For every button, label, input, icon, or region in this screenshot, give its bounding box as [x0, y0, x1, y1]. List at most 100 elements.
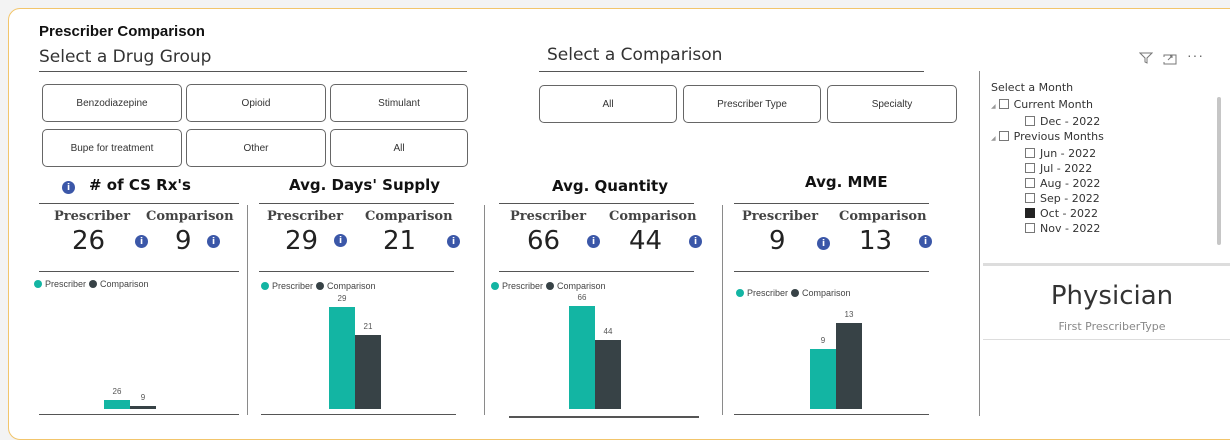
report-canvas: Prescriber Comparison Select a Drug Grou… — [8, 8, 1230, 440]
comparison-button-specialty[interactable]: Specialty — [827, 85, 957, 123]
legend-marker-comparison — [791, 289, 800, 297]
bar-prescriber[interactable] — [569, 306, 595, 409]
info-icon[interactable]: i — [135, 235, 148, 248]
bar-prescriber[interactable] — [810, 349, 836, 409]
comparison-value: 13 — [859, 226, 893, 256]
legend-marker-comparison — [316, 282, 325, 290]
checkbox-icon[interactable] — [1025, 148, 1035, 158]
legend-marker-prescriber — [261, 282, 269, 290]
slicer-scrollbar[interactable] — [1217, 97, 1221, 245]
month-group-label: Current Month — [1013, 98, 1093, 111]
month-option[interactable]: Jul - 2022 — [991, 161, 1221, 176]
bar-comparison[interactable] — [836, 323, 862, 409]
page-title: Prescriber Comparison — [39, 23, 205, 40]
month-option[interactable]: Dec - 2022 — [991, 114, 1221, 129]
month-option-label: Aug - 2022 — [1040, 177, 1101, 190]
drug-group-button-benzodiazepine[interactable]: Benzodiazepine — [42, 84, 182, 122]
filter-icon[interactable] — [1138, 51, 1154, 69]
info-icon[interactable]: i — [447, 235, 460, 248]
month-option[interactable]: Sep - 2022 — [991, 191, 1221, 206]
drug-group-button-stimulant[interactable]: Stimulant — [330, 84, 468, 122]
month-option-label: Nov - 2022 — [1040, 222, 1101, 235]
info-icon[interactable]: i — [689, 235, 702, 248]
divider — [484, 205, 485, 415]
legend-marker-comparison — [546, 282, 555, 290]
prescriber-col-label: Prescriber — [54, 209, 131, 224]
drug-group-button-other[interactable]: Other — [186, 129, 326, 167]
chart-legend: Prescriber Comparison — [34, 279, 149, 289]
prescriber-value: 26 — [72, 226, 106, 256]
checkbox-icon[interactable] — [1025, 208, 1035, 218]
checkbox-icon[interactable] — [1025, 163, 1035, 173]
info-icon[interactable]: i — [587, 235, 600, 248]
divider — [247, 205, 248, 415]
comparison-col-label: Comparison — [609, 209, 697, 224]
drug-group-header: Select a Drug Group — [39, 47, 212, 67]
bar-chart-quantity: 66 44 — [569, 289, 629, 409]
month-option[interactable]: Jun - 2022 — [991, 146, 1221, 161]
divider — [39, 414, 239, 415]
comparison-value: 44 — [629, 226, 663, 256]
info-icon[interactable]: i — [817, 237, 830, 250]
month-option[interactable]: Nov - 2022 — [991, 221, 1221, 236]
drug-group-button-opioid[interactable]: Opioid — [186, 84, 326, 122]
checkbox-icon[interactable] — [1025, 193, 1035, 203]
expand-chevron-icon[interactable]: ◢ — [991, 135, 996, 142]
month-group[interactable]: ◢ Current Month — [991, 97, 1221, 114]
month-slicer: Select a Month ◢ Current Month Dec - 2022 ◢… — [991, 81, 1221, 256]
divider — [983, 339, 1230, 340]
kpi-title-days-supply: Avg. Days' Supply — [289, 176, 441, 194]
month-option[interactable]: Aug - 2022 — [991, 176, 1221, 191]
legend-label-prescriber: Prescriber — [45, 279, 87, 289]
checkbox-icon[interactable] — [1025, 178, 1035, 188]
bar-comparison[interactable] — [130, 406, 156, 409]
info-icon[interactable]: i — [62, 181, 75, 194]
bar-value-label: 21 — [363, 322, 373, 331]
prescriber-type-value: Physician — [1050, 281, 1174, 311]
checkbox-icon[interactable] — [1025, 116, 1035, 126]
comparison-button-prescriber-type[interactable]: Prescriber Type — [683, 85, 821, 123]
info-icon[interactable]: i — [919, 235, 932, 248]
prescriber-value: 29 — [285, 226, 319, 256]
drug-group-button-all[interactable]: All — [330, 129, 468, 167]
legend-marker-prescriber — [491, 282, 499, 290]
month-slicer-list: ◢ Current Month Dec - 2022 ◢ Previous Months… — [991, 97, 1221, 236]
comparison-button-all[interactable]: All — [539, 85, 677, 123]
month-option[interactable]: Oct - 2022 — [991, 206, 1221, 221]
comparison-value: 9 — [175, 226, 192, 256]
checkbox-icon[interactable] — [998, 99, 1009, 109]
bar-value-label: 13 — [844, 310, 854, 319]
expand-chevron-icon[interactable]: ◢ — [991, 103, 996, 110]
bar-value-label: 66 — [577, 293, 587, 302]
bar-comparison[interactable] — [355, 335, 381, 409]
bar-comparison[interactable] — [595, 340, 621, 409]
divider — [261, 414, 456, 415]
info-icon[interactable]: i — [207, 235, 220, 248]
drug-group-button-bupe[interactable]: Bupe for treatment — [42, 129, 182, 167]
month-option-label: Dec - 2022 — [1040, 115, 1101, 128]
checkbox-icon[interactable] — [998, 131, 1009, 141]
comparison-value: 21 — [383, 226, 417, 256]
legend-label-prescriber: Prescriber — [272, 281, 314, 291]
prescriber-col-label: Prescriber — [742, 209, 819, 224]
divider — [979, 71, 980, 416]
info-icon[interactable]: i — [334, 234, 347, 247]
bar-value-label: 9 — [820, 336, 826, 345]
month-group[interactable]: ◢ Previous Months — [991, 129, 1221, 146]
focus-mode-icon[interactable] — [1163, 52, 1177, 70]
prescriber-value: 66 — [527, 226, 561, 256]
divider — [499, 271, 694, 272]
comparison-col-label: Comparison — [146, 209, 234, 224]
legend-marker-prescriber — [736, 289, 744, 297]
comparison-header: Select a Comparison — [547, 45, 723, 65]
bar-prescriber[interactable] — [104, 400, 130, 409]
legend-label-prescriber: Prescriber — [502, 281, 544, 291]
divider — [39, 203, 239, 204]
divider — [39, 271, 239, 272]
month-option-label: Sep - 2022 — [1040, 192, 1100, 205]
divider — [499, 203, 694, 204]
bar-prescriber[interactable] — [329, 307, 355, 409]
more-options-icon[interactable]: ··· — [1187, 47, 1204, 63]
divider — [734, 414, 929, 415]
checkbox-icon[interactable] — [1025, 223, 1035, 233]
